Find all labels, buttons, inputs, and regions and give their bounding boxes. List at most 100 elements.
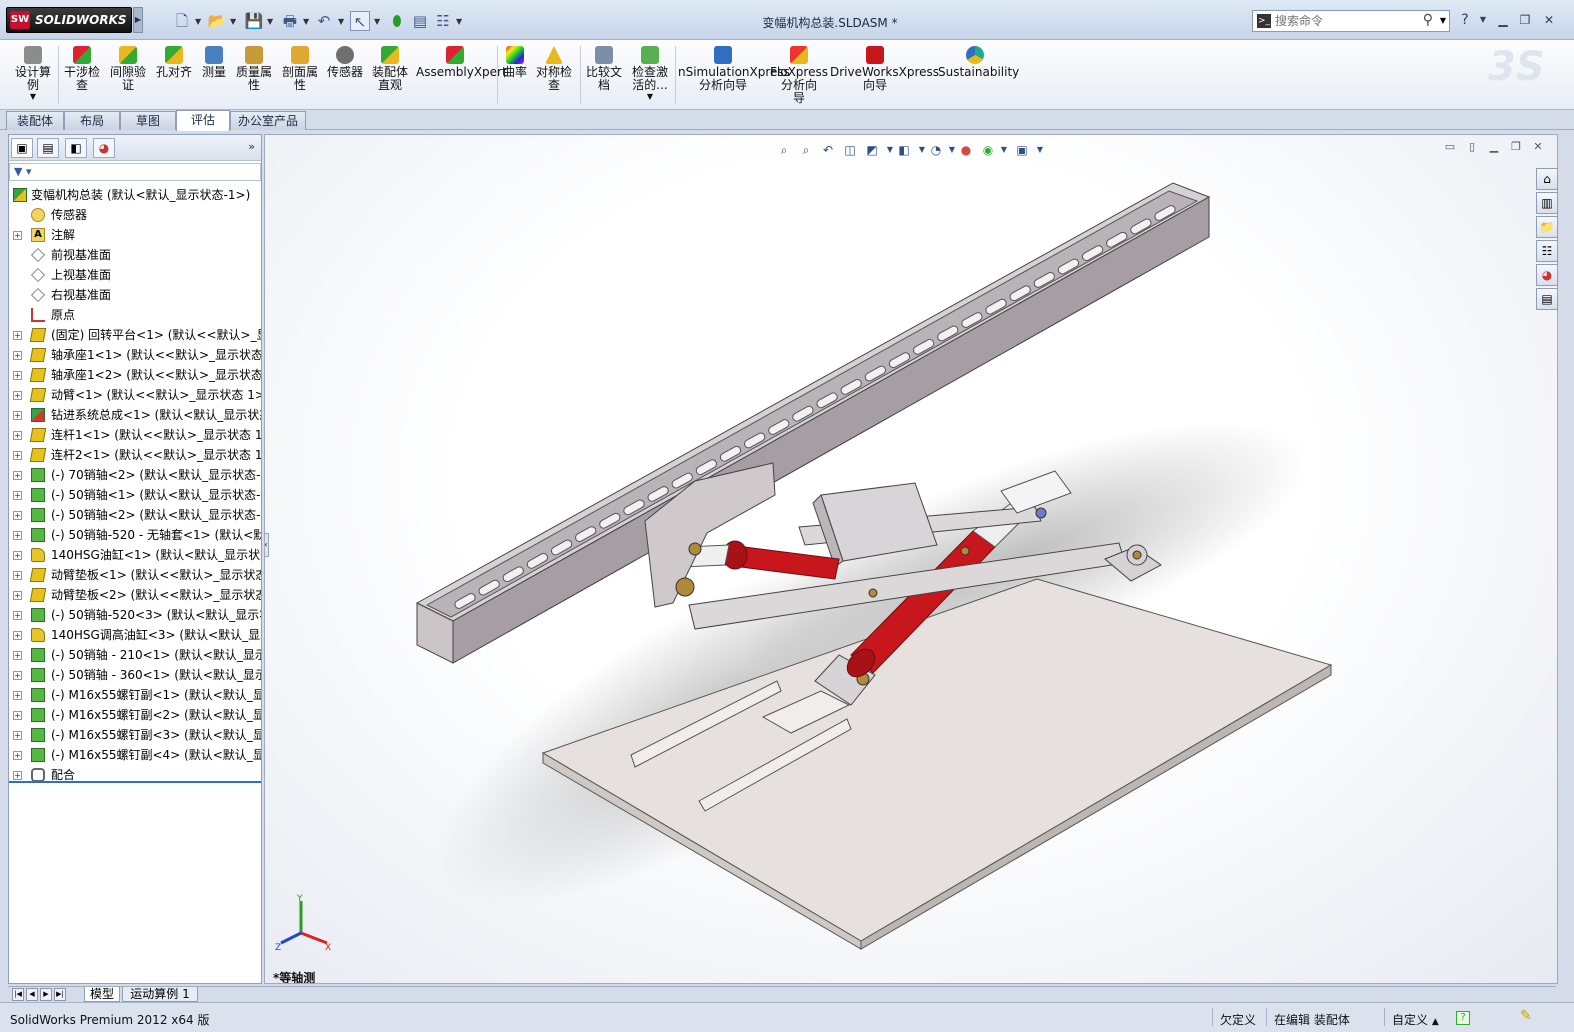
tab-layout[interactable]: 布局: [64, 111, 120, 130]
graphics-area[interactable]: ⌕ ⌕ ↶ ◫ ◩ ▼ ◧ ▼ ◔ ▼ ● ◉ ▼ ▣ ▼ ▭ ▯ ▁ ❐ ✕ …: [264, 134, 1558, 984]
command-search[interactable]: >_ ⚲ ▼: [1252, 10, 1450, 32]
expand-icon[interactable]: +: [13, 351, 22, 360]
design-study-button[interactable]: 设计算 例 ▼: [10, 46, 56, 102]
tree-item[interactable]: + 动臂<1> (默认<<默认>_显示状态 1>): [9, 385, 261, 405]
tree-item[interactable]: + (-) 50销轴-520<3> (默认<默认_显示状: [9, 605, 261, 625]
expand-icon[interactable]: +: [13, 391, 22, 400]
rebuild-traffic-light-icon[interactable]: ⬮: [387, 11, 407, 31]
select-pointer-icon[interactable]: ↖: [350, 11, 370, 31]
tree-item[interactable]: 原点: [9, 305, 261, 325]
print-icon[interactable]: 🖶: [280, 11, 300, 31]
tree-item[interactable]: 前视基准面: [9, 245, 261, 265]
file-properties-icon[interactable]: ▤: [410, 11, 430, 31]
design-library-icon[interactable]: ▥: [1536, 192, 1558, 214]
tree-item[interactable]: + 轴承座1<2> (默认<<默认>_显示状态 1: [9, 365, 261, 385]
tree-item[interactable]: +140HSG油缸<1> (默认<默认_显示状态: [9, 545, 261, 565]
interference-detection-button[interactable]: 干涉检 查: [60, 46, 104, 92]
tree-item[interactable]: + 连杆1<1> (默认<<默认>_显示状态 1>: [9, 425, 261, 445]
tab-motion-study-1[interactable]: 运动算例 1: [122, 987, 198, 1002]
section-properties-button[interactable]: 剖面属 性: [278, 46, 322, 92]
minimize-icon[interactable]: ▁: [1494, 12, 1512, 28]
featuremanager-tab-icon[interactable]: ▣: [11, 138, 33, 158]
view-palette-icon[interactable]: ☷: [1536, 240, 1558, 262]
tree-item[interactable]: 传感器: [9, 205, 261, 225]
tree-item[interactable]: + (-) M16x55螺钉副<4> (默认<默认_显示: [9, 745, 261, 765]
symmetry-check-button[interactable]: 对称检 查: [532, 46, 576, 92]
undo-icon[interactable]: ↶: [314, 11, 334, 31]
expand-icon[interactable]: +: [13, 231, 22, 240]
tree-item[interactable]: 右视基准面: [9, 285, 261, 305]
tree-item[interactable]: 上视基准面: [9, 265, 261, 285]
expand-icon[interactable]: +: [13, 711, 22, 720]
mass-properties-button[interactable]: 质量属 性: [232, 46, 276, 92]
expand-icon[interactable]: +: [13, 331, 22, 340]
prev-tab-icon[interactable]: ◀: [26, 988, 38, 1001]
restore-icon[interactable]: ❐: [1516, 12, 1534, 28]
next-tab-icon[interactable]: ▶: [40, 988, 52, 1001]
tree-item[interactable]: + 钻进系统总成<1> (默认<默认_显示状态: [9, 405, 261, 425]
simulationxpress-button[interactable]: nSimulationXpress 分析向导: [678, 46, 790, 92]
expand-icon[interactable]: +: [13, 771, 22, 780]
assembly-visualization-button[interactable]: 装配体 直观: [368, 46, 412, 92]
tab-evaluate[interactable]: 评估: [176, 110, 230, 131]
help-status-icon[interactable]: ?: [1456, 1011, 1470, 1025]
save-dropdown-icon[interactable]: ▼: [267, 17, 273, 26]
expand-icon[interactable]: +: [13, 511, 22, 520]
open-folder-icon[interactable]: 📂: [207, 11, 227, 31]
expand-icon[interactable]: +: [13, 571, 22, 580]
options-icon[interactable]: ☷: [433, 11, 453, 31]
tree-item[interactable]: + (-) M16x55螺钉副<2> (默认<默认_显示: [9, 705, 261, 725]
tab-office-products[interactable]: 办公室产品: [230, 111, 306, 130]
appearances-icon[interactable]: ◕: [1536, 264, 1558, 286]
tree-filter[interactable]: ▼ ▾: [9, 163, 261, 181]
expand-icon[interactable]: +: [13, 551, 22, 560]
check-active-document-button[interactable]: 检查激 活的... ▼: [628, 46, 672, 102]
first-tab-icon[interactable]: |◀: [12, 988, 24, 1001]
tree-item[interactable]: + 动臂垫板<1> (默认<<默认>_显示状态: [9, 565, 261, 585]
print-dropdown-icon[interactable]: ▼: [303, 17, 309, 26]
close-icon[interactable]: ✕: [1540, 12, 1558, 28]
expand-icon[interactable]: +: [13, 631, 22, 640]
expand-icon[interactable]: +: [13, 411, 22, 420]
unit-dropdown-icon[interactable]: ▲: [1432, 1017, 1439, 1027]
tree-item[interactable]: + (-) 70销轴<2> (默认<默认_显示状态-1: [9, 465, 261, 485]
assemblyxpert-button[interactable]: AssemblyXpert: [416, 46, 507, 79]
driveworksxpress-button[interactable]: DriveWorksXpress 向导: [830, 46, 939, 92]
sustainability-button[interactable]: Sustainability: [938, 46, 1019, 79]
select-dropdown-icon[interactable]: ▼: [374, 17, 380, 26]
tree-root-assembly[interactable]: 变幅机构总装 (默认<默认_显示状态-1>): [9, 185, 261, 205]
help-dropdown-icon[interactable]: ▼: [1474, 12, 1492, 28]
unit-system-selector[interactable]: 自定义 ▲: [1392, 1011, 1439, 1028]
new-document-icon[interactable]: 🗋: [172, 11, 192, 31]
tree-item[interactable]: + 连杆2<1> (默认<<默认>_显示状态 1>: [9, 445, 261, 465]
tree-item[interactable]: + A 注解: [9, 225, 261, 245]
tree-item[interactable]: + (-) M16x55螺钉副<3> (默认<默认_显示: [9, 725, 261, 745]
displaymanager-tab-icon[interactable]: ◕: [93, 138, 115, 158]
clearance-verification-button[interactable]: 间隙验 证: [106, 46, 150, 92]
rollback-bar[interactable]: [9, 781, 261, 783]
tree-item[interactable]: + (-) 50销轴<2> (默认<默认_显示状态-1: [9, 505, 261, 525]
expand-icon[interactable]: +: [13, 531, 22, 540]
sensor-button[interactable]: 传感器: [324, 46, 366, 79]
solidworks-menu-button[interactable]: SW SOLIDWORKS: [6, 7, 132, 33]
expand-panel-icon[interactable]: »: [248, 140, 255, 153]
propertymanager-tab-icon[interactable]: ▤: [37, 138, 59, 158]
expand-icon[interactable]: +: [13, 691, 22, 700]
tab-sketch[interactable]: 草图: [120, 111, 176, 130]
hole-alignment-button[interactable]: 孔对齐: [152, 46, 196, 79]
custom-properties-icon[interactable]: ▤: [1536, 288, 1558, 310]
expand-icon[interactable]: +: [13, 371, 22, 380]
tree-item[interactable]: + (-) 50销轴<1> (默认<默认_显示状态-1: [9, 485, 261, 505]
hydraulic-cylinder-upper[interactable]: [682, 540, 840, 580]
floxpress-button[interactable]: FloXpress 分析向 导: [770, 46, 828, 105]
expand-icon[interactable]: +: [13, 611, 22, 620]
design-study-dropdown-icon[interactable]: ▼: [10, 92, 56, 102]
compare-documents-button[interactable]: 比较文 档: [582, 46, 626, 92]
tree-item[interactable]: + (-) M16x55螺钉副<1> (默认<默认_显示: [9, 685, 261, 705]
new-dropdown-icon[interactable]: ▼: [195, 17, 201, 26]
options-dropdown-icon[interactable]: ▼: [456, 17, 462, 26]
undo-dropdown-icon[interactable]: ▼: [338, 17, 344, 26]
tree-item[interactable]: + (固定) 回转平台<1> (默认<<默认>_显: [9, 325, 261, 345]
expand-icon[interactable]: +: [13, 491, 22, 500]
curvature-button[interactable]: 曲率: [500, 46, 530, 79]
